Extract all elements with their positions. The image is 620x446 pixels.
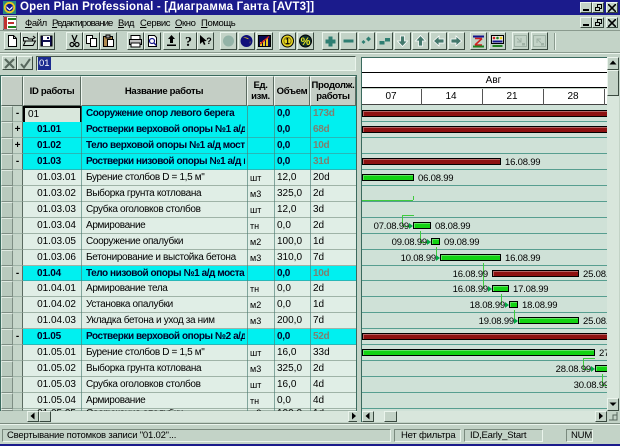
svg-text:1: 1 bbox=[285, 37, 290, 46]
svg-text:?: ? bbox=[206, 36, 212, 46]
svg-text:?: ? bbox=[185, 35, 192, 48]
svg-text:%: % bbox=[301, 36, 311, 48]
